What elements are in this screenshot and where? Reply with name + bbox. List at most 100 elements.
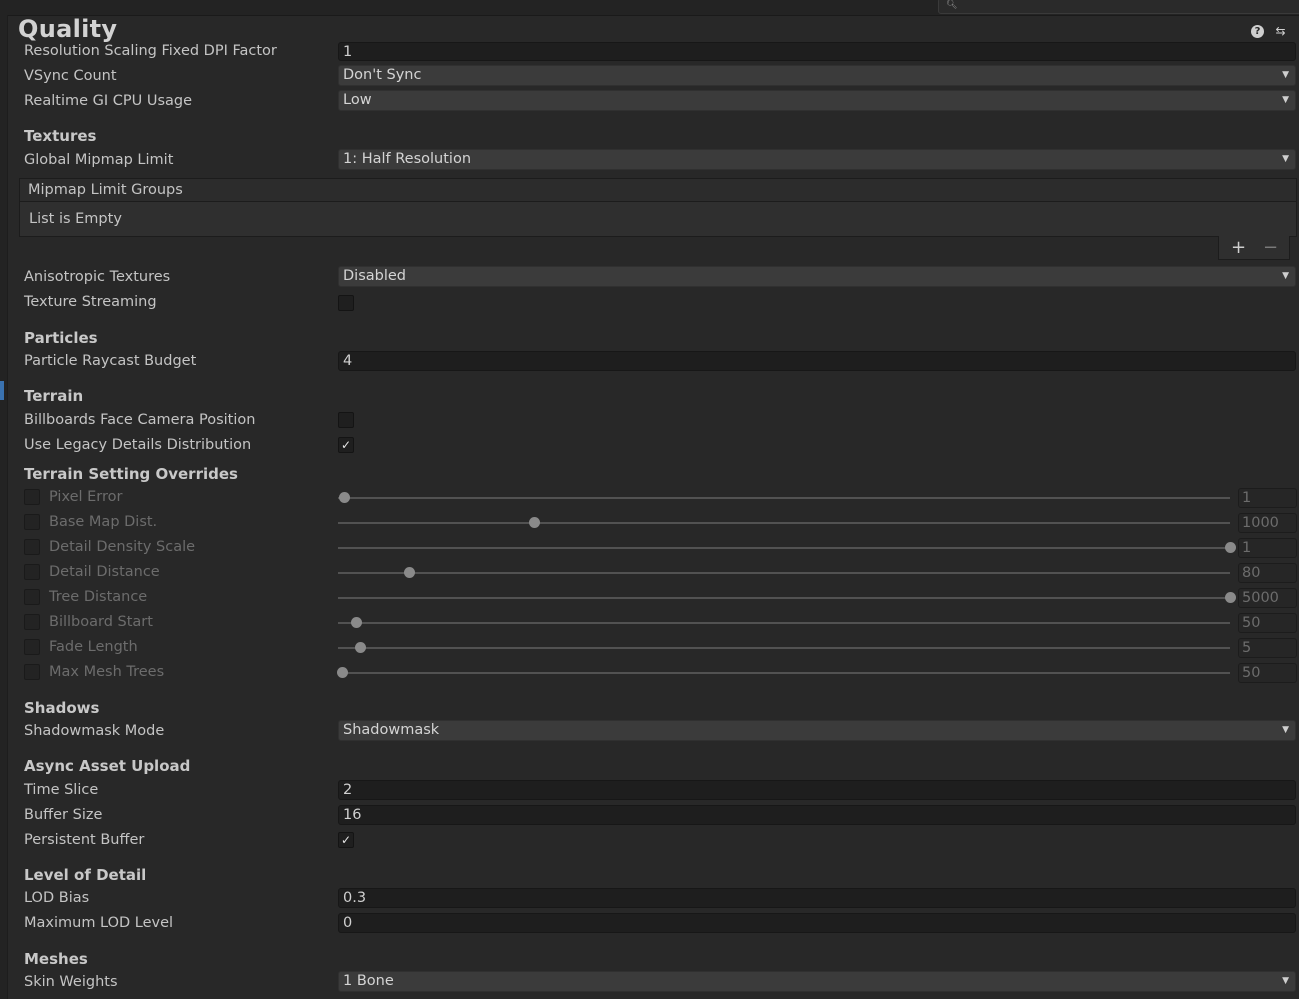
skin-weights-dropdown[interactable]: 1 Bone ▼ — [338, 971, 1296, 992]
override-slider-thumb[interactable] — [404, 567, 416, 578]
help-icon[interactable]: ? — [1251, 25, 1264, 38]
override-checkbox[interactable] — [24, 664, 40, 680]
global-mipmap-value: 1: Half Resolution — [343, 151, 472, 167]
override-label: Fade Length — [49, 639, 138, 655]
override-value-field[interactable]: 80 — [1238, 563, 1297, 583]
override-value-field[interactable]: 50 — [1238, 663, 1297, 683]
override-slider-track[interactable] — [338, 547, 1230, 549]
override-checkbox[interactable] — [24, 589, 40, 605]
raycast-budget-field[interactable]: 4 — [338, 351, 1296, 371]
buffer-size-field[interactable]: 16 — [338, 805, 1296, 825]
billboards-face-camera-label: Billboards Face Camera Position — [24, 412, 256, 428]
vsync-label: VSync Count — [24, 68, 117, 84]
texture-streaming-label: Texture Streaming — [24, 294, 157, 310]
vsync-dropdown[interactable]: Don't Sync ▼ — [338, 65, 1296, 86]
dropdown-arrow-icon: ▼ — [1282, 95, 1289, 105]
override-label: Detail Density Scale — [49, 539, 196, 555]
override-slider-track[interactable] — [338, 622, 1230, 624]
override-label: Billboard Start — [49, 614, 153, 630]
realtime-gi-dropdown[interactable]: Low ▼ — [338, 90, 1296, 111]
shadowmask-mode-dropdown[interactable]: Shadowmask ▼ — [338, 720, 1296, 741]
override-slider-thumb[interactable] — [529, 517, 541, 528]
override-checkbox[interactable] — [24, 539, 40, 555]
legacy-details-label: Use Legacy Details Distribution — [24, 437, 252, 453]
mipmap-limit-groups-header[interactable]: Mipmap Limit Groups — [20, 179, 1296, 202]
particles-heading: Particles — [24, 329, 98, 347]
realtime-gi-label: Realtime GI CPU Usage — [24, 93, 193, 109]
override-checkbox[interactable] — [24, 514, 40, 530]
global-mipmap-label: Global Mipmap Limit — [24, 152, 174, 168]
texture-streaming-checkbox[interactable] — [338, 295, 354, 311]
terrain-overrides-heading: Terrain Setting Overrides — [24, 465, 238, 483]
shadowmask-mode-value: Shadowmask — [343, 722, 440, 738]
override-label: Tree Distance — [49, 589, 148, 605]
max-lod-label: Maximum LOD Level — [24, 915, 174, 931]
override-label: Detail Distance — [49, 564, 160, 580]
buffer-size-label: Buffer Size — [24, 807, 103, 823]
persistent-buffer-checkbox[interactable]: ✓ — [338, 832, 354, 848]
checkmark-icon: ✓ — [340, 438, 352, 452]
override-label: Base Map Dist. — [49, 514, 158, 530]
persistent-buffer-label: Persistent Buffer — [24, 832, 145, 848]
realtime-gi-value: Low — [343, 92, 372, 108]
override-value-field[interactable]: 5 — [1238, 638, 1297, 658]
override-checkbox[interactable] — [24, 564, 40, 580]
override-slider-track[interactable] — [338, 497, 1230, 499]
override-label: Max Mesh Trees — [49, 664, 165, 680]
lod-heading: Level of Detail — [24, 866, 147, 884]
global-mipmap-dropdown[interactable]: 1: Half Resolution ▼ — [338, 149, 1296, 170]
async-upload-heading: Async Asset Upload — [24, 757, 191, 775]
anisotropic-label: Anisotropic Textures — [24, 269, 171, 285]
override-slider-thumb[interactable] — [337, 667, 349, 678]
override-value-field[interactable]: 1 — [1238, 488, 1297, 508]
override-checkbox[interactable] — [24, 489, 40, 505]
selection-marker — [0, 381, 4, 400]
resolution-scaling-field[interactable]: 1 — [338, 42, 1296, 61]
anisotropic-dropdown[interactable]: Disabled ▼ — [338, 266, 1296, 287]
search-icon: 🔍︎ — [946, 0, 958, 10]
skin-weights-label: Skin Weights — [24, 974, 118, 990]
dropdown-arrow-icon: ▼ — [1282, 70, 1289, 80]
override-slider-thumb[interactable] — [1225, 592, 1236, 603]
textures-heading: Textures — [24, 127, 97, 145]
override-slider-track[interactable] — [338, 572, 1230, 574]
list-empty-text: List is Empty — [29, 211, 122, 227]
remove-item-button[interactable]: − — [1263, 237, 1278, 258]
override-slider-thumb[interactable] — [350, 617, 362, 628]
override-slider-thumb[interactable] — [355, 642, 367, 653]
page-title: Quality — [18, 15, 118, 43]
max-lod-field[interactable]: 0 — [338, 913, 1296, 933]
time-slice-field[interactable]: 2 — [338, 780, 1296, 800]
override-value-field[interactable]: 1000 — [1238, 513, 1297, 533]
dropdown-arrow-icon: ▼ — [1282, 154, 1289, 164]
raycast-budget-label: Particle Raycast Budget — [24, 353, 197, 369]
override-slider-track[interactable] — [338, 672, 1230, 674]
anisotropic-value: Disabled — [343, 268, 406, 284]
override-slider-thumb[interactable] — [1225, 542, 1236, 553]
override-value-field[interactable]: 1 — [1238, 538, 1297, 558]
override-slider-track[interactable] — [338, 522, 1230, 524]
override-slider-track[interactable] — [338, 597, 1230, 599]
override-value-field[interactable]: 5000 — [1238, 588, 1297, 608]
presets-icon[interactable]: ⇆ — [1274, 25, 1287, 38]
add-item-button[interactable]: + — [1231, 237, 1246, 258]
time-slice-label: Time Slice — [24, 782, 99, 798]
override-value-field[interactable]: 50 — [1238, 613, 1297, 633]
checkmark-icon: ✓ — [340, 833, 352, 847]
override-checkbox[interactable] — [24, 639, 40, 655]
override-checkbox[interactable] — [24, 614, 40, 630]
top-toolbar: 🔍︎ — [0, 0, 1299, 16]
search-input[interactable]: 🔍︎ — [938, 0, 1299, 14]
mipmap-limit-groups-list: Mipmap Limit Groups List is Empty — [19, 178, 1297, 237]
lod-bias-field[interactable]: 0.3 — [338, 888, 1296, 908]
shadowmask-mode-label: Shadowmask Mode — [24, 723, 165, 739]
billboards-face-camera-checkbox[interactable] — [338, 412, 354, 428]
legacy-details-checkbox[interactable]: ✓ — [338, 437, 354, 453]
vsync-value: Don't Sync — [343, 67, 422, 83]
left-panel-edge — [0, 15, 8, 999]
override-slider-thumb[interactable] — [339, 492, 350, 503]
header-icons: ? ⇆ — [1251, 25, 1287, 38]
dropdown-arrow-icon: ▼ — [1282, 725, 1289, 735]
override-slider-track[interactable] — [338, 647, 1230, 649]
terrain-heading: Terrain — [24, 387, 84, 405]
